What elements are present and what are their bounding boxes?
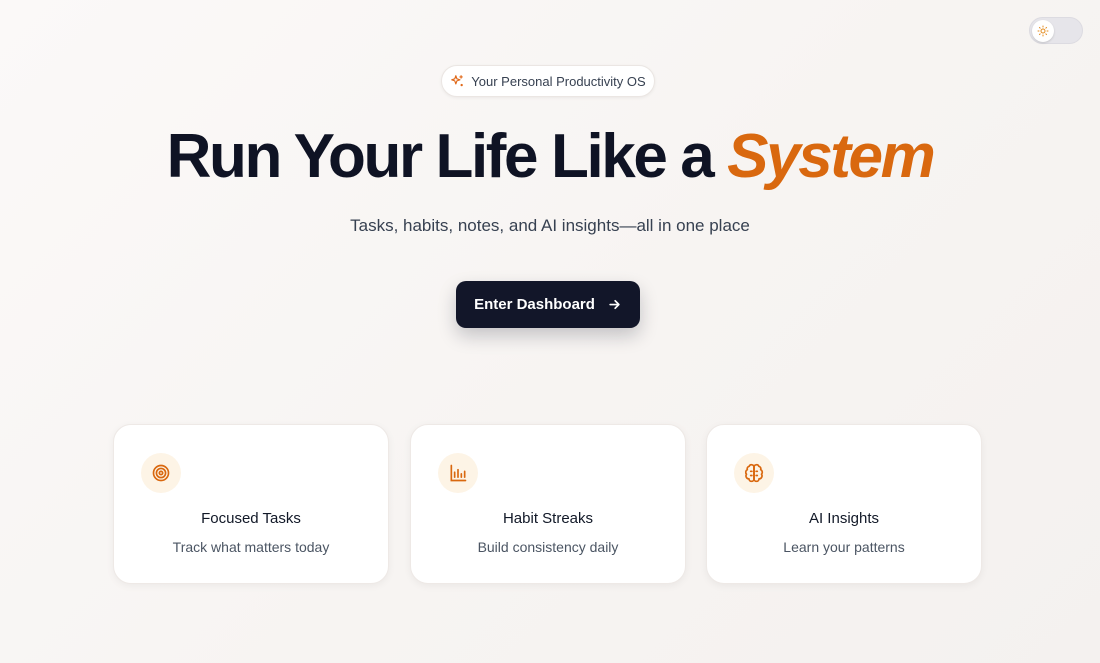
bar-chart-icon xyxy=(450,464,467,482)
tagline-badge: Your Personal Productivity OS xyxy=(441,65,655,97)
card-title: AI Insights xyxy=(808,510,880,527)
feature-card-habit-streaks: Habit Streaks Build consistency daily xyxy=(410,424,686,584)
enter-dashboard-button[interactable]: Enter Dashboard xyxy=(456,281,640,328)
sun-icon xyxy=(1037,25,1049,37)
card-title: Focused Tasks xyxy=(201,510,301,527)
card-description: Learn your patterns xyxy=(783,539,905,555)
card-icon-badge xyxy=(438,453,478,493)
toggle-knob xyxy=(1032,20,1054,42)
headline-main: Run Your Life Like a xyxy=(166,122,728,191)
badge-label: Your Personal Productivity OS xyxy=(471,73,646,89)
theme-toggle[interactable] xyxy=(1029,17,1083,44)
hero-headline: Run Your Life Like a System xyxy=(0,120,1100,194)
card-description: Track what matters today xyxy=(172,539,330,555)
brain-icon xyxy=(744,463,764,483)
landing-page: Your Personal Productivity OS Run Your L… xyxy=(0,0,1100,663)
card-icon-badge xyxy=(141,453,181,493)
cta-label: Enter Dashboard xyxy=(474,296,595,313)
hero-subtitle: Tasks, habits, notes, and AI insights—al… xyxy=(350,216,750,235)
sparkle-icon xyxy=(451,75,464,87)
target-icon xyxy=(152,464,170,482)
card-icon-badge xyxy=(734,453,774,493)
feature-card-ai-insights: AI Insights Learn your patterns xyxy=(706,424,982,584)
feature-card-focused-tasks: Focused Tasks Track what matters today xyxy=(113,424,389,584)
headline-accent: System xyxy=(727,122,936,191)
card-title: Habit Streaks xyxy=(502,510,594,527)
arrow-right-icon xyxy=(609,299,620,310)
card-description: Build consistency daily xyxy=(477,539,619,555)
